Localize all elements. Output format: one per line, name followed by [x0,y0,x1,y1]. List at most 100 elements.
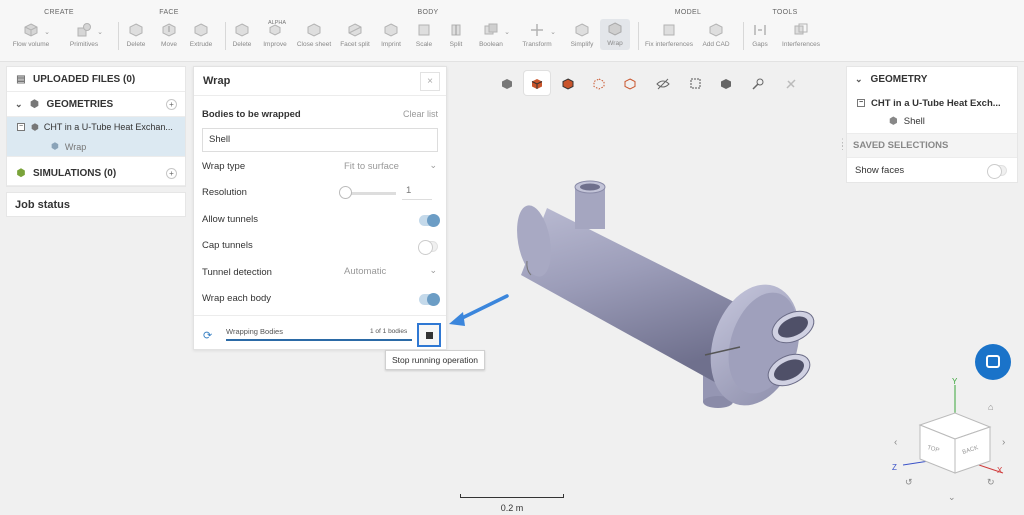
chevron-down-icon[interactable]: ⌄ [429,265,437,276]
rotate-right-arrow-icon: › [1002,437,1005,448]
resolution-input[interactable]: 1 [402,185,432,200]
group-tools-title: TOOLS [772,9,798,16]
wrap-type-row: Wrap type [202,161,438,172]
geometry-tree-item[interactable]: − CHT in a U-Tube Heat Exch... [847,92,1017,114]
orientation-cube[interactable]: ⌂ ‹ › ⌄ Y Z X TOP BACK ↺ ↻ [885,375,1015,505]
stop-operation-tooltip: Stop running operation [385,350,485,370]
fix-interferences-button[interactable]: Fix interferences [639,22,699,48]
progress-count: 1 of 1 bodies [370,328,408,335]
progress-label: Wrapping Bodies [226,327,283,336]
saved-selections-header[interactable]: SAVED SELECTIONS [847,134,1017,158]
chevron-down-icon: ⌄ [948,492,956,502]
uploaded-files-label: UPLOADED FILES (0) [33,73,136,85]
job-status-panel[interactable]: Job status [6,192,186,217]
simulations-row[interactable]: ⬢ SIMULATIONS (0) + [7,161,185,186]
flow-volume-button[interactable]: ⌄ Flow volume [6,22,56,48]
add-cad-icon [709,23,723,37]
cap-tunnels-row: Cap tunnels [202,240,438,251]
interferences-icon [794,23,808,35]
bodies-selection-field[interactable]: Shell [202,128,438,152]
wrap-each-body-toggle[interactable] [419,292,440,306]
top-toolbar: CREATE FACE BODY MODEL TOOLS ⌄ Flow volu… [0,0,1024,62]
add-geometry-button[interactable]: + [166,99,177,110]
job-status-label: Job status [15,198,71,211]
chevron-down-icon: ⌄ [855,74,863,84]
shell-label: Shell [903,116,925,127]
allow-tunnels-toggle[interactable] [419,213,440,227]
geometries-icon: ⬢ [30,98,39,110]
uploaded-files-row[interactable]: ▤ UPLOADED FILES (0) [7,67,185,92]
clear-list-link[interactable]: Clear list [403,109,438,119]
group-model-title: MODEL [674,9,702,16]
transform-label: Transform [522,41,552,48]
solid-view-icon[interactable] [524,71,550,95]
wireframe-view-icon[interactable] [617,71,643,95]
interferences-button[interactable]: Interferences [776,22,826,48]
heat-exchanger-model [517,180,815,408]
geometry-item-label: CHT in a U-Tube Heat Exchan... [43,122,173,132]
stop-operation-button[interactable] [417,323,441,347]
measure-icon[interactable] [745,71,771,95]
panel-resize-handle[interactable]: ⋮ ⋮ [838,138,847,151]
progress-bar [226,339,412,341]
cap-tunnels-toggle[interactable] [418,240,438,255]
add-cad-button[interactable]: Add CAD [691,22,741,48]
delete-body-icon [235,23,249,37]
allow-tunnels-row: Allow tunnels [202,214,438,225]
split-icon [451,24,461,36]
x-axis-label: X [997,466,1003,475]
primitives-button[interactable]: ⌄ Primitives [59,22,109,48]
resolution-slider-handle[interactable] [339,186,352,199]
flow-volume-label: Flow volume [12,41,50,48]
wrap-button[interactable]: Wrap [600,19,630,50]
geometry-sub-item-row[interactable]: ⬢ Wrap [7,137,185,157]
geometry-item-row[interactable]: − ⬢ CHT in a U-Tube Heat Exchan... [7,117,185,137]
move-face-icon [162,23,176,37]
primitives-label: Primitives [69,41,99,48]
show-faces-row: Show faces [847,158,1017,182]
imprint-icon [384,23,398,37]
body-icon: ⬢ [889,116,898,127]
wrap-type-select[interactable]: Fit to surface [344,161,399,172]
transform-button[interactable]: ⌄ Transform [512,22,562,48]
geometry-header-label: GEOMETRY [870,74,928,85]
wrap-each-body-row: Wrap each body [202,293,438,304]
geometries-row[interactable]: ⌄ ⬢ GEOMETRIES + [7,92,185,117]
tunnel-detection-select[interactable]: Automatic [344,266,386,277]
boolean-button[interactable]: ⌄ Boolean [466,22,516,48]
wrap-dialog: Wrap × Bodies to be wrapped Clear list S… [193,66,447,350]
view-mode-icon[interactable] [494,71,520,95]
resolution-label: Resolution [202,187,247,198]
collapse-icon[interactable]: − [17,123,25,131]
geometry-header[interactable]: ⌄ GEOMETRY [847,67,1017,92]
body-icon: ⬢ [51,141,59,151]
scale-icon [418,24,430,36]
geometry-icon: ⬢ [31,121,39,132]
visibility-icon[interactable] [650,71,676,95]
show-faces-toggle[interactable] [987,164,1007,179]
boolean-label: Boolean [479,41,503,48]
select-body-icon[interactable] [713,71,739,95]
simulations-label: SIMULATIONS (0) [33,167,117,179]
collapse-icon[interactable]: − [857,99,865,107]
chevron-down-icon: ⌄ [97,29,103,36]
chevron-down-icon[interactable]: ⌄ [429,160,437,171]
chevron-down-icon: ⌄ [504,29,510,36]
stop-icon [426,332,433,339]
settings-tool-icon[interactable] [778,71,804,95]
geometry-tree-item-label: CHT in a U-Tube Heat Exch... [871,97,1001,109]
chevron-down-icon: ⌄ [15,98,23,109]
close-button[interactable]: × [420,72,440,91]
points-view-icon[interactable] [586,71,612,95]
shell-tree-item[interactable]: ⬢ Shell [847,114,1017,134]
add-simulation-button[interactable]: + [166,168,177,179]
z-axis-label: Z [892,463,897,472]
tree-card: ▤ UPLOADED FILES (0) ⌄ ⬢ GEOMETRIES + − … [6,66,186,187]
fix-interferences-icon [663,24,675,36]
resolution-slider-track[interactable] [346,192,396,195]
y-axis-label: Y [952,377,958,386]
solid-edges-view-icon[interactable] [555,71,581,95]
rotate-left-arrow-icon: ‹ [894,437,897,448]
box-select-icon[interactable] [683,71,709,95]
improve-icon [269,24,281,36]
